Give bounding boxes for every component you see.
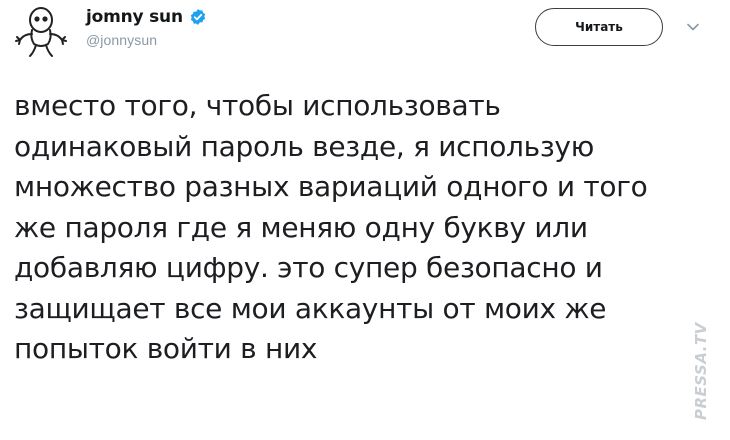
tweet-author[interactable]: jomny sun @jonnysun <box>86 6 207 48</box>
watermark: PRESSA.TV <box>692 322 710 420</box>
follow-button[interactable]: Читать <box>535 8 663 46</box>
display-name[interactable]: jomny sun <box>86 7 183 27</box>
verified-badge-icon <box>190 9 205 25</box>
tweet-text: вместо того, чтобы использовать одинаков… <box>14 89 648 365</box>
avatar[interactable] <box>12 4 70 60</box>
name-row: jomny sun <box>86 6 207 28</box>
user-handle[interactable]: @jonnysun <box>86 32 207 48</box>
chevron-down-icon[interactable] <box>686 22 700 32</box>
